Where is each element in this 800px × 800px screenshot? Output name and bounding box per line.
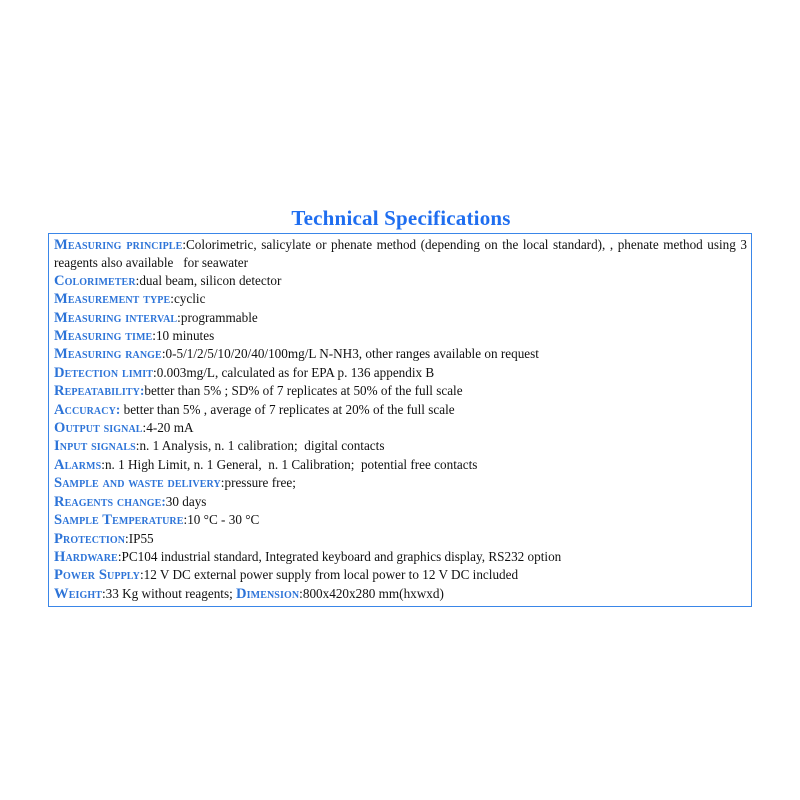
spec-row: Measuring time:10 minutes bbox=[54, 327, 747, 345]
spec-label: Measuring range bbox=[54, 346, 162, 363]
spec-label: Sample and waste delivery bbox=[54, 475, 221, 492]
spec-value: better than 5% , average of 7 replicates… bbox=[120, 401, 455, 417]
spec-label: Reagents change bbox=[54, 493, 162, 510]
spec-value: dual beam, silicon detector bbox=[139, 272, 282, 288]
spec-row: Output signal:4-20 mA bbox=[54, 419, 747, 437]
spec-value: 0.003mg/L, calculated as for EPA p. 136 … bbox=[156, 364, 435, 380]
spec-label: Sample Temperature bbox=[54, 512, 184, 529]
spec-row: Power Supply:12 V DC external power supp… bbox=[54, 566, 747, 584]
spec-row: Hardware:PC104 industrial standard, Inte… bbox=[54, 548, 747, 566]
spec-value: cyclic bbox=[173, 291, 206, 307]
spec-value: 10 °C - 30 °C bbox=[187, 512, 260, 528]
spec-label: Power Supply bbox=[54, 567, 140, 584]
spec-label: Accuracy bbox=[54, 401, 116, 418]
spec-label: Output signal bbox=[54, 420, 143, 437]
spec-value: PC104 industrial standard, Integrated ke… bbox=[121, 548, 562, 564]
spec-row: Accuracy: better than 5% , average of 7 … bbox=[54, 401, 747, 419]
spec-row: Sample and waste delivery:pressure free; bbox=[54, 474, 747, 492]
spec-label: Measuring principle bbox=[54, 237, 183, 253]
spec-row: Detection limit:0.003mg/L, calculated as… bbox=[54, 364, 747, 382]
spec-row: Measuring principle:Colorimetric, salicy… bbox=[54, 236, 747, 272]
spec-label: Hardware bbox=[54, 548, 118, 565]
specification-page: Technical Specifications Measuring princ… bbox=[0, 0, 800, 800]
spec-label: Weight bbox=[54, 585, 102, 602]
spec-value: pressure free; bbox=[224, 475, 296, 491]
spec-value: 4-20 mA bbox=[146, 420, 194, 436]
spec-label-secondary: Dimension bbox=[236, 585, 300, 602]
spec-value: 12 V DC external power supply from local… bbox=[143, 567, 519, 583]
spec-row: Reagents change:30 days bbox=[54, 493, 747, 511]
spec-label: Alarms bbox=[54, 456, 102, 473]
spec-value: better than 5% ; SD% of 7 replicates at … bbox=[144, 383, 463, 399]
spec-label: Measurement type bbox=[54, 291, 171, 308]
spec-value: IP55 bbox=[128, 530, 154, 546]
spec-label: Protection bbox=[54, 530, 126, 547]
spec-row: Protection:IP55 bbox=[54, 530, 747, 548]
spec-row: Measuring interval:programmable bbox=[54, 309, 747, 327]
spec-row: Alarms:n. 1 High Limit, n. 1 General, n.… bbox=[54, 456, 747, 474]
spec-row: Input signals:n. 1 Analysis, n. 1 calibr… bbox=[54, 437, 747, 455]
spec-row: Colorimeter:dual beam, silicon detector bbox=[54, 272, 747, 290]
specifications-table: Measuring principle:Colorimetric, salicy… bbox=[48, 233, 752, 608]
spec-row: Weight:33 Kg without reagents; Dimension… bbox=[54, 585, 747, 603]
spec-value: n. 1 High Limit, n. 1 General, n. 1 Cali… bbox=[104, 456, 478, 472]
spec-value: 10 minutes bbox=[155, 328, 215, 344]
spec-row: Measurement type:cyclic bbox=[54, 290, 747, 308]
spec-row: Sample Temperature:10 °C - 30 °C bbox=[54, 511, 747, 529]
spec-value: 0-5/1/2/5/10/20/40/100mg/L N-NH3, other … bbox=[165, 346, 539, 362]
spec-value: n. 1 Analysis, n. 1 calibration; digital… bbox=[139, 438, 385, 454]
spec-value-secondary: 800x420x280 mm(hxwxd) bbox=[302, 585, 444, 601]
spec-value: 30 days bbox=[165, 493, 207, 509]
page-title: Technical Specifications bbox=[291, 206, 511, 230]
spec-row: Measuring range:0-5/1/2/5/10/20/40/100mg… bbox=[54, 345, 747, 363]
spec-value: 33 Kg without reagents; bbox=[105, 585, 237, 601]
spec-label: Measuring interval bbox=[54, 309, 178, 326]
spec-label: Repeatability bbox=[54, 383, 140, 400]
spec-label: Input signals bbox=[54, 438, 136, 455]
spec-label: Colorimeter bbox=[54, 272, 136, 289]
spec-value: programmable bbox=[180, 309, 258, 325]
spec-row: Repeatability:better than 5% ; SD% of 7 … bbox=[54, 382, 747, 400]
spec-label: Measuring time bbox=[54, 328, 153, 345]
spec-label: Detection limit bbox=[54, 364, 154, 381]
